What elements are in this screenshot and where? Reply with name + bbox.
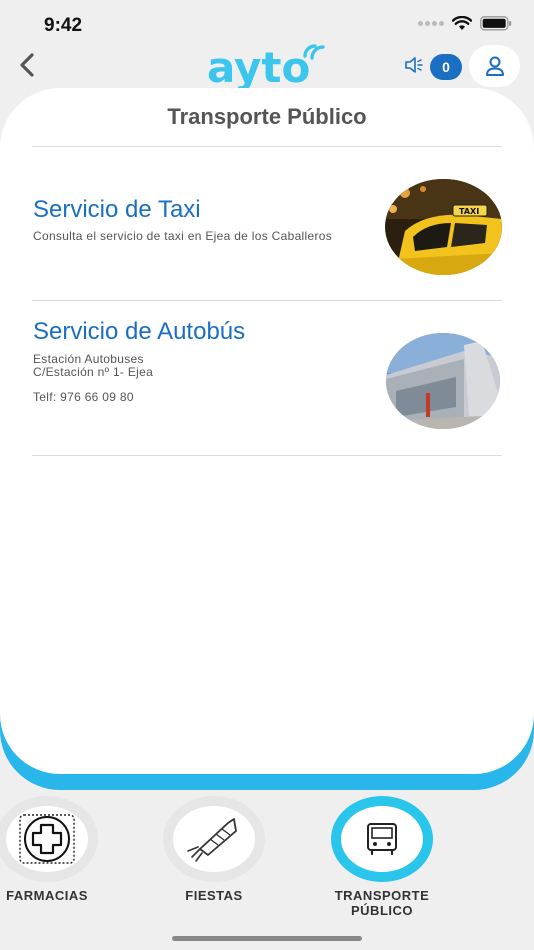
nav-fiestas-circle[interactable]	[163, 796, 265, 882]
cellular-signal-icon	[418, 21, 444, 26]
divider	[32, 146, 502, 147]
nav-transporte-publico[interactable]: TRANSPORTE PÚBLICO	[312, 796, 452, 926]
user-icon	[485, 56, 504, 76]
user-profile-button[interactable]	[469, 45, 520, 87]
nav-farmacias-circle[interactable]	[0, 796, 98, 882]
bus-icon	[367, 823, 397, 856]
bus-service-title[interactable]: Servicio de Autobús	[33, 318, 245, 346]
bus-station-photo[interactable]	[386, 333, 500, 429]
nav-farmacias-label: FARMACIAS	[6, 888, 88, 903]
bus-station-address: C/Estación nº 1- Ejea	[33, 365, 154, 379]
bus-station-phone[interactable]: Telf: 976 66 09 80	[33, 391, 134, 404]
home-indicator	[172, 936, 362, 941]
svg-text:TAXI: TAXI	[459, 207, 479, 216]
status-icons	[418, 16, 512, 31]
firework-rocket-icon	[187, 818, 237, 862]
divider	[32, 455, 502, 456]
speaker-icon[interactable]	[404, 56, 424, 74]
nav-transporte-label-line1: TRANSPORTE	[334, 888, 430, 903]
taxi-photo[interactable]: TAXI	[385, 179, 502, 275]
notification-count-badge[interactable]: 0	[430, 54, 462, 80]
taxi-service-description: Consulta el servicio de taxi en Ejea de …	[33, 229, 333, 243]
status-bar: 9:42	[0, 0, 534, 44]
svg-text:ayto: ayto	[207, 43, 310, 92]
app-screen: 9:42 ayto 0 Transporte Público Servicio …	[0, 0, 534, 950]
nav-fiestas[interactable]: FIESTAS	[144, 796, 284, 926]
taxi-service-title[interactable]: Servicio de Taxi	[33, 196, 201, 224]
pharmacy-cross-icon	[19, 814, 75, 864]
back-button[interactable]	[14, 50, 42, 80]
wifi-icon	[452, 16, 472, 30]
nav-transporte-label-line2: PÚBLICO	[351, 903, 413, 918]
battery-icon	[480, 16, 512, 31]
status-time: 9:42	[44, 15, 83, 36]
ayto-logo: ayto	[205, 40, 330, 92]
nav-transporte-label: TRANSPORTE PÚBLICO	[312, 888, 452, 918]
page-title: Transporte Público	[167, 104, 367, 129]
nav-farmacias[interactable]: FARMACIAS	[0, 796, 117, 926]
divider	[32, 300, 502, 301]
nav-fiestas-label: FIESTAS	[185, 888, 243, 903]
nav-transporte-circle[interactable]	[331, 796, 433, 882]
